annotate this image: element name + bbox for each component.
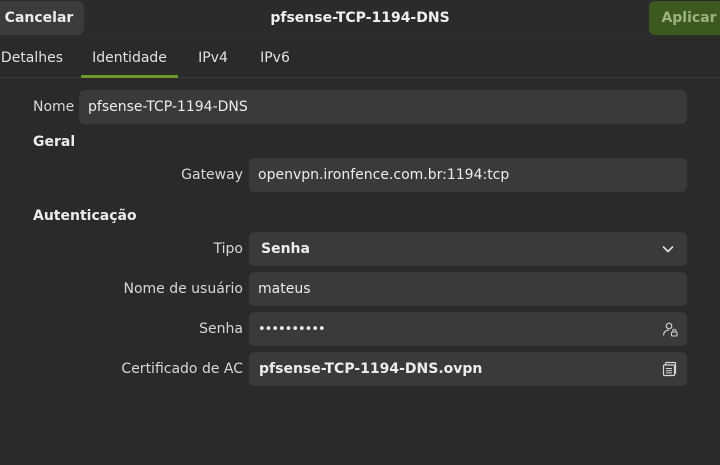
password-input[interactable]: •••••••••• [249,312,687,346]
tab-ipv6[interactable]: IPv6 [254,38,296,78]
ca-certificate-label: Certificado de AC [121,361,243,377]
password-value: •••••••••• [258,321,326,337]
type-label: Tipo [213,241,243,257]
tab-identity[interactable]: Identidade [81,38,178,78]
type-select[interactable]: Senha [249,232,687,266]
username-label: Nome de usuário [123,281,243,297]
username-input[interactable]: mateus [249,272,687,306]
type-select-value: Senha [261,241,310,257]
name-label: Nome [33,99,75,115]
tab-bar: Detalhes Identidade IPv4 IPv6 [0,38,720,78]
gateway-input[interactable]: openvpn.ironfence.com.br:1194:tcp [249,158,687,192]
auth-section-heading: Autenticação [33,208,137,224]
ca-certificate-chooser[interactable]: pfsense-TCP-1194-DNS.ovpn [249,352,687,386]
chevron-down-icon [660,241,676,257]
header-bar: Cancelar pfsense-TCP-1194-DNS Aplicar [0,0,720,38]
window-title: pfsense-TCP-1194-DNS [270,10,450,26]
ca-certificate-value: pfsense-TCP-1194-DNS.ovpn [259,361,483,377]
name-input[interactable]: pfsense-TCP-1194-DNS [79,90,687,124]
file-chooser-icon[interactable] [662,361,678,377]
apply-button[interactable]: Aplicar [649,1,720,35]
user-lock-icon[interactable] [662,321,678,337]
general-section-heading: Geral [33,134,76,150]
password-label: Senha [199,321,243,337]
tab-details[interactable]: Detalhes [0,38,64,78]
tab-ipv4[interactable]: IPv4 [194,38,232,78]
gateway-label: Gateway [181,167,243,183]
